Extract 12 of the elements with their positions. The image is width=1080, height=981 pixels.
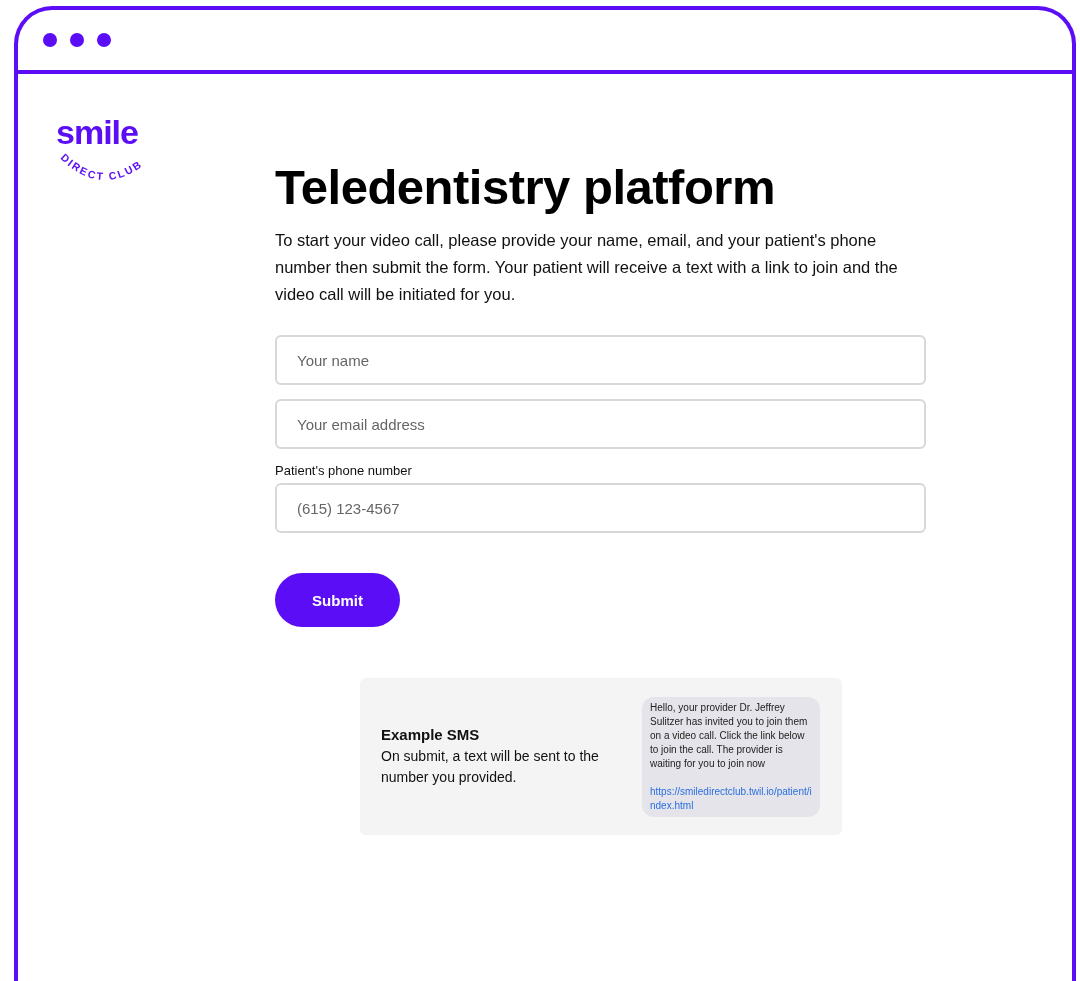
intro-text: To start your video call, please provide your name, email, and your patient's phone number then submit the form. Your patient will receive a text with a link to join and the video call will be initiated for you. (275, 230, 899, 305)
input-field[interactable]: (615) 123-4567 (275, 483, 926, 533)
input-field[interactable]: Your email address (275, 399, 926, 449)
example-description: On submit, a text will be sent to the number you provided. (381, 746, 600, 787)
submit-button[interactable]: Submit (275, 573, 400, 627)
window-dots-icon (42, 32, 112, 48)
sms-link[interactable]: https://smiledirectclub.twil.io/patient/index.html (650, 784, 814, 813)
sms-message: Hello, your provider Dr. Jeffrey Sulitzer has invited you to join them on a video call. Click the link below to join the call. The provider is waiting for you to join now (650, 700, 809, 771)
page-title: Teledentistry platform (275, 159, 776, 215)
example-title: Example SMS (381, 725, 481, 743)
input-field[interactable]: Your name (275, 335, 926, 385)
field-label: Patient's phone number (275, 463, 413, 478)
